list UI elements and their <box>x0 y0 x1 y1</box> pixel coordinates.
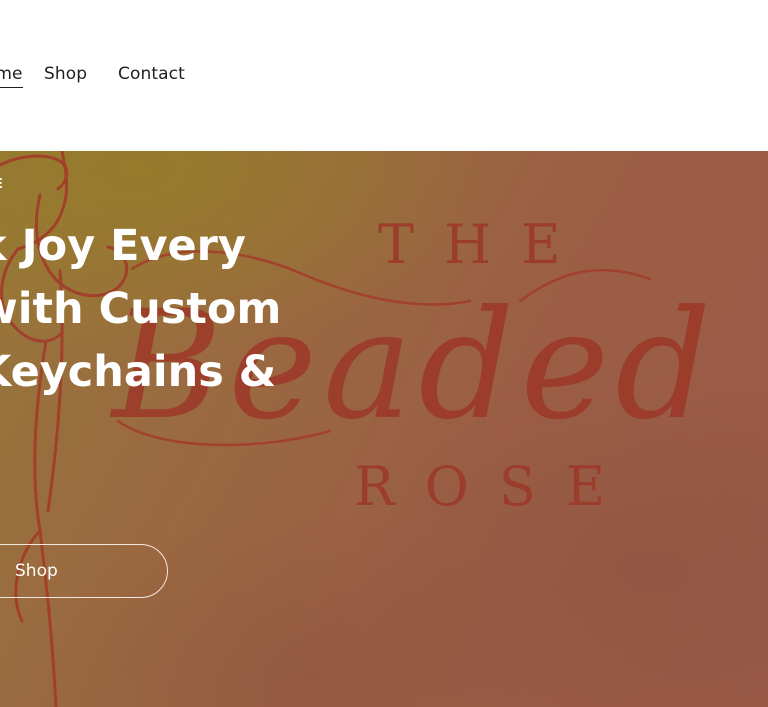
headline-line-1: k Joy Every <box>0 221 246 271</box>
headline-line-2: with Custom <box>0 284 282 334</box>
hero-headline: k Joy Every with Custom Keychains & <box>0 215 281 404</box>
hero-eyebrow: E <box>0 177 4 192</box>
nav-link-home[interactable]: Home <box>0 64 23 88</box>
nav-link-shop[interactable]: Shop <box>44 64 87 84</box>
shop-button-label: Shop <box>15 561 58 581</box>
logo-word-the: THE <box>378 213 591 276</box>
rose-petal-line <box>0 154 69 191</box>
shop-button[interactable]: Shop <box>0 544 168 598</box>
nav-link-contact[interactable]: Contact <box>118 64 185 84</box>
headline-line-3: Keychains & <box>0 347 277 397</box>
hero-banner: THE Beaded ROSE E k Joy Every with Custo… <box>0 151 768 707</box>
site-header: Home Shop Contact <box>0 0 768 151</box>
logo-word-rose: ROSE <box>354 455 636 518</box>
